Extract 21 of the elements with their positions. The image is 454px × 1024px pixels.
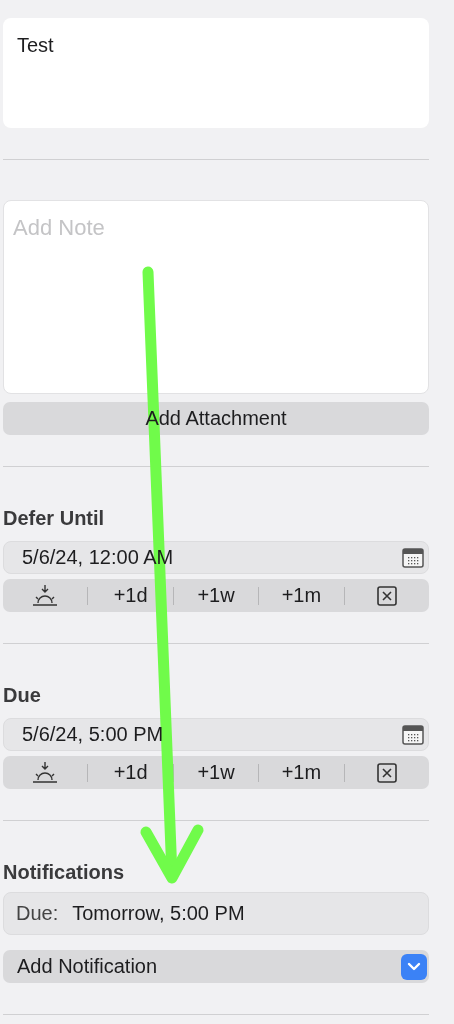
notification-row[interactable]: Due: Tomorrow, 5:00 PM (3, 892, 429, 935)
notification-label: Due: (16, 902, 59, 924)
quick-date-button[interactable]: +1w (173, 579, 259, 612)
dropdown-chevron-icon[interactable] (401, 953, 427, 980)
calendar-icon[interactable] (402, 547, 424, 568)
quick-date-button[interactable]: +1w (173, 756, 259, 789)
notification-time: Tomorrow, 5:00 PM (72, 902, 245, 924)
sunrise-icon[interactable] (31, 760, 60, 785)
sunrise-icon[interactable] (31, 583, 60, 608)
calendar-icon[interactable] (402, 724, 424, 745)
quick-date-button[interactable]: +1d (88, 579, 173, 612)
clear-icon[interactable] (376, 762, 397, 783)
section-heading: Defer Until (3, 507, 106, 530)
title-field[interactable]: Test (3, 18, 429, 128)
section-heading: Notifications (3, 861, 126, 884)
add-notification-button[interactable]: Add Notification (3, 950, 429, 983)
quick-date-button[interactable]: +1d (88, 756, 173, 789)
quick-date-button[interactable]: +1m (259, 579, 344, 612)
clear-icon[interactable] (376, 585, 397, 606)
section-heading: Due (3, 684, 42, 707)
quick-date-button[interactable]: +1m (259, 756, 344, 789)
